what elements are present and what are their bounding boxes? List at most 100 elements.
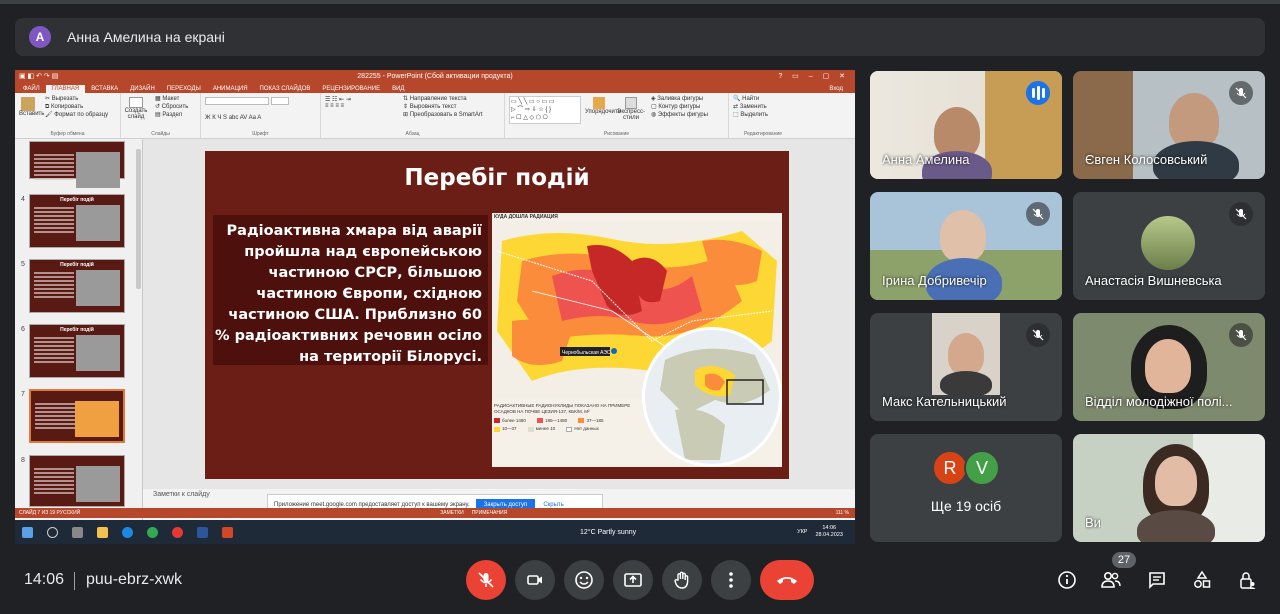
slides-label: Слайды: [151, 131, 170, 137]
raise-hand-button[interactable]: [662, 560, 702, 600]
people-button[interactable]: [1099, 568, 1123, 592]
weather-widget[interactable]: 12°C Partly sunny: [580, 529, 636, 536]
status-comments[interactable]: ПРИМЕЧАНИЯ: [472, 510, 508, 516]
slide-thumbnail-5[interactable]: 5 Перебіг подій: [15, 259, 143, 315]
tab-design[interactable]: ДИЗАЙН: [124, 85, 161, 93]
find-button[interactable]: 🔍 Найти: [733, 95, 793, 103]
tab-transitions[interactable]: ПЕРЕХОДЫ: [161, 85, 207, 93]
chat-button[interactable]: [1145, 568, 1169, 592]
tray-clock[interactable]: 14:06 28.04.2023: [815, 525, 843, 539]
chrome-icon[interactable]: [147, 526, 158, 538]
participant-tile[interactable]: Макс Кательницький: [870, 313, 1062, 421]
edge-icon[interactable]: [122, 526, 133, 538]
replace-button[interactable]: ⇄ Заменить: [733, 103, 793, 111]
tab-animation[interactable]: АНИМАЦИЯ: [207, 85, 254, 93]
mic-toggle-button[interactable]: [466, 560, 506, 600]
participant-tile[interactable]: Анна Амелина: [870, 71, 1062, 179]
tab-home[interactable]: ГЛАВНАЯ: [45, 85, 86, 93]
legend-item: Нет данных: [566, 426, 599, 432]
tab-view[interactable]: ВИД: [386, 85, 410, 93]
cut-button[interactable]: ✂ Вырезать: [45, 95, 116, 103]
slide-thumbnail-3[interactable]: [15, 141, 143, 188]
participant-name: Ірина Добривечір: [882, 273, 987, 288]
participant-tile[interactable]: Анастасія Вишневська: [1073, 192, 1265, 300]
powerpoint-title-bar: ▣ ◧ ↶ ↷ ▤ 282255 - PowerPoint (Сбой акти…: [15, 70, 855, 82]
status-zoom[interactable]: 111 %: [836, 510, 849, 516]
participant-name: Євген Колосовський: [1085, 152, 1208, 167]
legend-title: РАДИОАКТИВНЫЕ РАДИОНУКЛИДЫ ПОКАЗАНО НА П…: [494, 403, 631, 414]
participant-video: [940, 210, 986, 262]
tab-file[interactable]: ФАЙЛ: [17, 85, 46, 93]
participant-tile[interactable]: Євген Колосовський: [1073, 71, 1265, 179]
text-direction-button[interactable]: ⇅ Направление текста: [403, 95, 500, 103]
lock-person-icon: [1240, 572, 1256, 589]
status-notes[interactable]: ЗАМЕТКИ: [440, 510, 463, 516]
meeting-info-button[interactable]: [1055, 568, 1079, 592]
editing-group: 🔍 Найти ⇄ Заменить ⬚ Выделить Редактиров…: [729, 93, 797, 138]
presenter-bar: А Анна Амелина на екрані: [15, 18, 1265, 56]
new-slide-button[interactable]: Создать слайд: [124, 97, 148, 120]
search-icon[interactable]: [47, 526, 58, 538]
presenter-label: Анна Амелина на екрані: [67, 29, 225, 45]
leave-call-button[interactable]: [760, 560, 814, 600]
self-view-tile[interactable]: Ви: [1073, 434, 1265, 542]
activities-button[interactable]: [1190, 568, 1214, 592]
powerpoint-icon[interactable]: [222, 526, 233, 538]
shape-outline-button[interactable]: ▢ Контур фигуры: [651, 103, 708, 111]
align-text-button[interactable]: ⇕ Выровнять текст: [403, 103, 500, 111]
hang-up-icon: [777, 577, 797, 584]
shapes-gallery[interactable]: ▭ ╲ ╲ ▭ ○ ▭ ▭ ▷ ⌒ ⇨ ⇩ ☆ { } ⌐ ☐ △ ◇ ⬠ ⎔: [509, 96, 581, 124]
reset-button[interactable]: ↺ Сбросить: [155, 103, 196, 111]
participant-name: Макс Кательницький: [882, 394, 1007, 409]
login-link[interactable]: Вход: [823, 85, 849, 93]
shape-effects-button[interactable]: ◍ Эффекты фигуры: [651, 111, 708, 119]
thumbnails-scrollbar[interactable]: [136, 149, 141, 289]
map-legend: РАДИОАКТИВНЫЕ РАДИОНУКЛИДЫ ПОКАЗАНО НА П…: [492, 401, 782, 467]
arrange-button[interactable]: Упорядочить: [585, 97, 621, 115]
more-options-button[interactable]: [711, 560, 751, 600]
slide-thumbnail-8[interactable]: 8: [15, 455, 143, 511]
font-size-box[interactable]: [270, 97, 289, 105]
more-participants-tile[interactable]: R V Ще 19 осіб: [870, 434, 1062, 542]
section-button[interactable]: ▤ Раздел: [155, 111, 196, 119]
smartart-button[interactable]: ⊞ Преобразовать в SmartArt: [403, 111, 500, 119]
windows-start-icon[interactable]: [22, 526, 33, 538]
slide-thumbnail-6[interactable]: 6 Перебіг подій: [15, 324, 143, 380]
copy-button[interactable]: ⧉ Копировать: [45, 103, 116, 111]
tab-insert[interactable]: ВСТАВКА: [85, 85, 124, 93]
divider: [74, 572, 75, 590]
tab-slideshow[interactable]: ПОКАЗ СЛАЙДОВ: [254, 85, 317, 93]
slide-thumbnails-pane: 4 Перебіг подій 5 Перебіг подій 6 Перебі…: [15, 139, 143, 520]
task-view-icon[interactable]: [72, 526, 83, 538]
word-icon[interactable]: [197, 526, 208, 538]
shape-fill-button[interactable]: ◈ Заливка фигуры: [651, 95, 708, 103]
participant-tile[interactable]: Відділ молодіжної полі...: [1073, 313, 1265, 421]
present-screen-button[interactable]: [613, 560, 653, 600]
camera-toggle-button[interactable]: [515, 560, 555, 600]
current-slide[interactable]: Перебіг подій Радіоактивна хмара від ава…: [205, 151, 789, 479]
arrange-icon: [593, 97, 605, 109]
font-format-icons[interactable]: Ж К Ч S abc AV Aa A: [205, 114, 316, 122]
layout-button[interactable]: ▦ Макет: [155, 95, 196, 103]
legend-item: 185—1480: [537, 418, 567, 424]
camera-icon: [527, 575, 542, 585]
slide-thumbnail-4[interactable]: 4 Перебіг подій: [15, 194, 143, 250]
status-slide-info: СЛАЙД 7 ИЗ 19 РУССКИЙ: [19, 510, 81, 516]
select-button[interactable]: ⬚ Выделить: [733, 111, 793, 119]
slide-thumbnail-7-selected[interactable]: 7: [15, 389, 143, 445]
file-explorer-icon[interactable]: [97, 526, 108, 538]
paragraph-group: ☰ ☷ ⇤ ⇥ ≡ ≡ ≡ ≡ ⇅ Направление текста ⇕ Вы…: [321, 93, 505, 138]
participant-tile[interactable]: Ірина Добривечір: [870, 192, 1062, 300]
opera-icon[interactable]: [172, 526, 183, 538]
tray-lang[interactable]: УКР: [797, 529, 807, 536]
font-name-box[interactable]: [205, 97, 269, 105]
quick-styles-button[interactable]: Экспресс-стили: [617, 97, 645, 121]
host-controls-button[interactable]: [1235, 568, 1259, 592]
paste-button[interactable]: Вставить: [19, 97, 44, 117]
paragraph-icons[interactable]: ☰ ☷ ⇤ ⇥ ≡ ≡ ≡ ≡: [325, 96, 351, 109]
reactions-button[interactable]: [564, 560, 604, 600]
format-painter-button[interactable]: 🖌 Формат по образцу: [45, 111, 116, 119]
more-participants-label: Ще 19 осіб: [930, 498, 1002, 514]
meeting-code: puu-ebrz-xwk: [86, 571, 183, 588]
tab-review[interactable]: РЕЦЕНЗИРОВАНИЕ: [316, 85, 386, 93]
